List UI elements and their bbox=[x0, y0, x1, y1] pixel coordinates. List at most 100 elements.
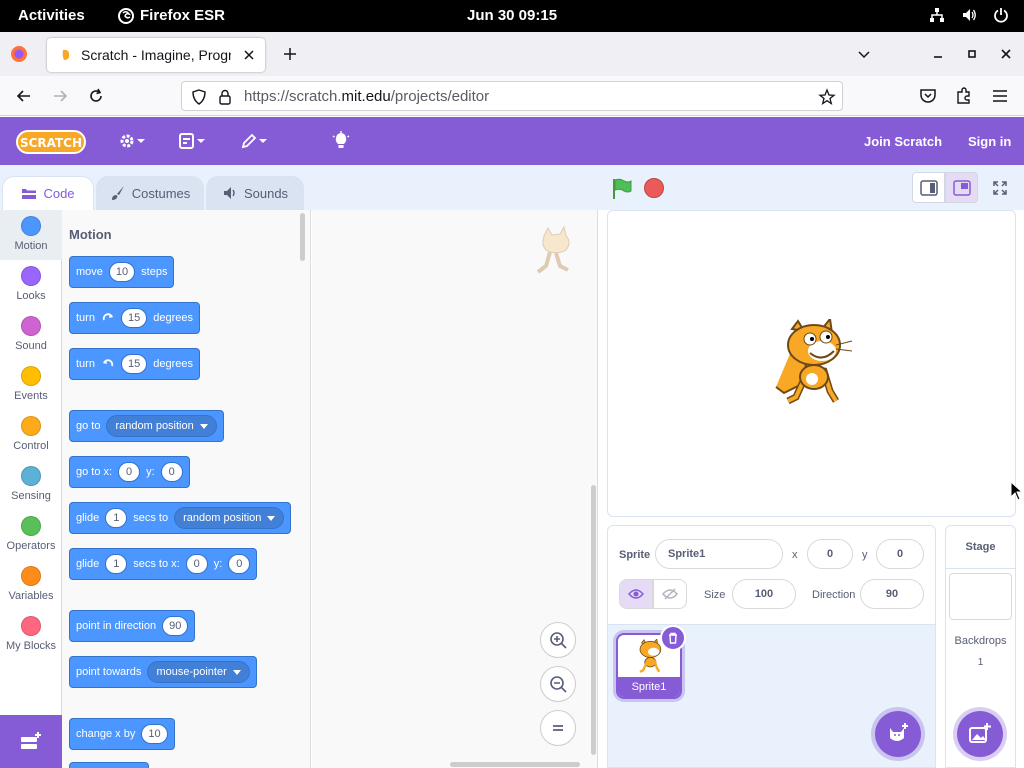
stage-thumbnail[interactable] bbox=[949, 573, 1012, 620]
url-bar[interactable]: https://scratch.mit.edu/projects/editor bbox=[181, 81, 843, 111]
settings-menu[interactable] bbox=[118, 130, 146, 152]
tracking-protection-shield-icon[interactable] bbox=[190, 88, 208, 106]
category-variables[interactable]: Variables bbox=[0, 560, 62, 610]
block-move-steps[interactable]: move 10 steps bbox=[69, 256, 175, 288]
back-arrow-icon[interactable] bbox=[14, 86, 34, 106]
scratch-logo-text: SCRATCH bbox=[20, 136, 82, 150]
green-flag-icon[interactable] bbox=[610, 177, 634, 201]
scratch-logo[interactable]: SCRATCH bbox=[16, 129, 86, 155]
block-number-input[interactable]: 10 bbox=[108, 262, 136, 282]
tab-sounds[interactable]: Sounds bbox=[206, 176, 304, 210]
zoom-out-button[interactable] bbox=[540, 666, 576, 702]
block-x-input[interactable]: 0 bbox=[118, 462, 141, 482]
block-number-input[interactable]: 1 bbox=[105, 554, 128, 574]
bookmark-star-icon[interactable] bbox=[818, 88, 836, 106]
browser-tab-scratch[interactable]: Scratch - Imagine, Program, Create bbox=[47, 38, 265, 72]
x-position-input[interactable]: 0 bbox=[807, 539, 853, 569]
lock-icon[interactable] bbox=[216, 88, 234, 106]
join-scratch-link[interactable]: Join Scratch bbox=[864, 134, 942, 149]
system-tray[interactable] bbox=[928, 6, 1010, 24]
file-menu[interactable] bbox=[178, 130, 206, 152]
y-label: y bbox=[862, 549, 868, 561]
hide-sprite-button[interactable] bbox=[653, 579, 687, 609]
forward-arrow-icon[interactable] bbox=[50, 86, 70, 106]
url-text[interactable]: https://scratch.mit.edu/projects/editor bbox=[244, 88, 489, 105]
block-number-input[interactable]: 10 bbox=[141, 724, 168, 744]
clock[interactable]: Jun 30 09:15 bbox=[467, 7, 557, 24]
block-text: y: bbox=[213, 558, 223, 570]
normal-stage-button[interactable] bbox=[945, 172, 978, 203]
workspace-vertical-scrollbar[interactable] bbox=[591, 485, 596, 755]
block-y-input[interactable]: 0 bbox=[228, 554, 251, 574]
category-events[interactable]: Events bbox=[0, 360, 62, 410]
minimize-icon[interactable] bbox=[928, 44, 948, 64]
small-stage-button[interactable] bbox=[912, 172, 945, 203]
hamburger-menu-icon[interactable] bbox=[990, 86, 1010, 106]
category-motion[interactable]: Motion bbox=[0, 210, 62, 260]
close-window-icon[interactable] bbox=[996, 44, 1016, 64]
block-partial[interactable] bbox=[69, 762, 149, 768]
cat-sprite-icon[interactable] bbox=[770, 319, 856, 409]
close-tab-icon[interactable] bbox=[241, 47, 257, 63]
block-go-to[interactable]: go to random position bbox=[69, 410, 224, 442]
block-point-towards[interactable]: point towards mouse-pointer bbox=[69, 656, 257, 688]
tab-sounds-label: Sounds bbox=[243, 185, 289, 201]
block-number-input[interactable]: 1 bbox=[105, 508, 128, 528]
y-position-input[interactable]: 0 bbox=[876, 539, 924, 569]
block-x-input[interactable]: 0 bbox=[185, 554, 208, 574]
list-all-tabs-icon[interactable] bbox=[854, 44, 874, 64]
extensions-puzzle-icon[interactable] bbox=[954, 86, 974, 106]
fullscreen-button[interactable] bbox=[983, 172, 1016, 203]
block-number-input[interactable]: 15 bbox=[120, 354, 148, 374]
zoom-reset-button[interactable] bbox=[540, 710, 576, 746]
edit-menu[interactable] bbox=[240, 130, 268, 152]
sprite-name-input[interactable]: Sprite1 bbox=[655, 539, 783, 569]
debug-lightbulb-button[interactable] bbox=[331, 130, 351, 152]
category-sound[interactable]: Sound bbox=[0, 310, 62, 360]
stop-button[interactable] bbox=[644, 178, 664, 198]
category-sensing[interactable]: Sensing bbox=[0, 460, 62, 510]
add-extension-button[interactable] bbox=[0, 715, 62, 768]
choose-sprite-button[interactable] bbox=[875, 711, 921, 757]
block-dropdown[interactable]: random position bbox=[106, 415, 217, 437]
category-my-blocks[interactable]: My Blocks bbox=[0, 610, 62, 660]
tab-code[interactable]: Code bbox=[2, 176, 94, 210]
reload-icon[interactable] bbox=[86, 86, 106, 106]
maximize-icon[interactable] bbox=[962, 44, 982, 64]
category-label: Looks bbox=[16, 290, 46, 302]
block-y-input[interactable]: 0 bbox=[160, 462, 183, 482]
sign-in-link[interactable]: Sign in bbox=[968, 134, 1011, 149]
app-menu[interactable]: Firefox ESR bbox=[118, 7, 225, 24]
zoom-in-button[interactable] bbox=[540, 622, 576, 658]
block-number-input[interactable]: 15 bbox=[120, 308, 148, 328]
script-workspace[interactable] bbox=[312, 210, 598, 768]
choose-backdrop-button[interactable] bbox=[957, 711, 1003, 757]
direction-input[interactable]: 90 bbox=[860, 579, 924, 609]
block-change-x-by[interactable]: change x by 10 bbox=[69, 718, 175, 750]
block-turn-left[interactable]: turn 15 degrees bbox=[69, 348, 200, 380]
show-sprite-button[interactable] bbox=[619, 579, 653, 609]
block-glide-to-xy[interactable]: glide 1 secs to x: 0 y: 0 bbox=[69, 548, 258, 580]
size-input[interactable]: 100 bbox=[732, 579, 796, 609]
block-point-in-direction[interactable]: point in direction 90 bbox=[69, 610, 196, 642]
tab-costumes[interactable]: Costumes bbox=[96, 176, 204, 210]
block-glide-to[interactable]: glide 1 secs to random position bbox=[69, 502, 292, 534]
category-control[interactable]: Control bbox=[0, 410, 62, 460]
firefox-view-icon[interactable] bbox=[10, 45, 28, 63]
new-tab-icon[interactable] bbox=[280, 44, 300, 64]
activities-button[interactable]: Activities bbox=[18, 7, 85, 24]
block-dropdown[interactable]: mouse-pointer bbox=[147, 661, 250, 683]
category-looks[interactable]: Looks bbox=[0, 260, 62, 310]
editor-tabs-row: Code Costumes Sounds bbox=[0, 165, 600, 210]
category-operators[interactable]: Operators bbox=[0, 510, 62, 560]
pocket-icon[interactable] bbox=[918, 86, 938, 106]
block-turn-right[interactable]: turn 15 degrees bbox=[69, 302, 200, 334]
workspace-horizontal-scrollbar[interactable] bbox=[450, 762, 580, 767]
delete-sprite-button[interactable] bbox=[660, 625, 686, 651]
block-number-input[interactable]: 90 bbox=[162, 616, 189, 636]
block-text: change x by bbox=[76, 728, 136, 740]
stage-canvas[interactable] bbox=[607, 210, 1016, 517]
block-dropdown[interactable]: random position bbox=[174, 507, 285, 529]
block-go-to-xy[interactable]: go to x: 0 y: 0 bbox=[69, 456, 190, 488]
flyout-scrollbar[interactable] bbox=[300, 213, 305, 261]
